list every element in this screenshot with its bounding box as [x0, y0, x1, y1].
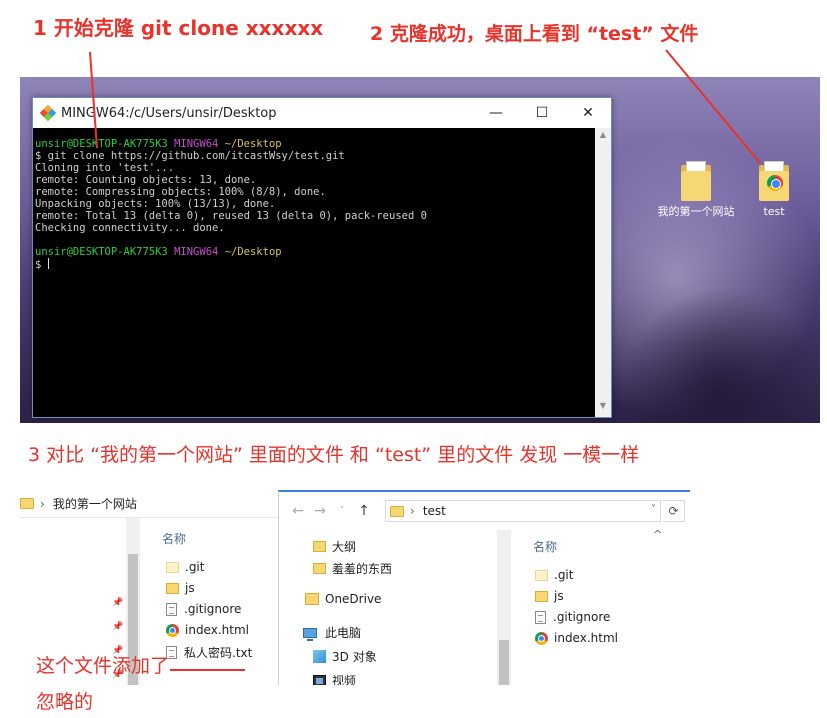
terminal-scrollbar[interactable]: ▲ ▼: [595, 128, 611, 417]
maximize-button[interactable]: ☐: [519, 98, 565, 128]
chrome-icon: [767, 175, 783, 191]
output-line: Unpacking objects: 100% (13/13), done.: [35, 198, 276, 210]
step1-annotation: 1 开始克隆 git clone xxxxxx: [33, 16, 324, 40]
document-icon: [535, 610, 546, 624]
file-item[interactable]: .git: [535, 568, 573, 582]
nav-item-this-pc[interactable]: 此电脑: [303, 624, 361, 641]
chevron-down-icon[interactable]: ˅: [331, 506, 353, 516]
file-item[interactable]: index.html: [166, 623, 249, 637]
chevron-right-icon: ›: [40, 496, 45, 511]
terminal-screen[interactable]: unsir@DESKTOP-AK775K3 MINGW64 ~/Desktop $…: [33, 128, 595, 417]
breadcrumb[interactable]: › 我的第一个网站: [20, 490, 282, 518]
nav-pane: 大纲 羞羞的东西 OneDrive 此电脑 3D 对象 视频: [279, 530, 511, 685]
folder-icon: [390, 505, 404, 517]
document-icon: [166, 602, 177, 616]
computer-icon: [303, 627, 317, 641]
git-icon: [39, 104, 57, 122]
folder-icon: [681, 161, 711, 201]
folder-icon: [166, 561, 179, 573]
address-bar[interactable]: › test ˅: [385, 500, 661, 522]
nav-item[interactable]: 3D 对象: [313, 648, 377, 665]
pin-icon[interactable]: 📌: [112, 598, 123, 608]
chrome-icon: [166, 623, 179, 637]
breadcrumb-label: test: [422, 504, 446, 518]
pin-icon[interactable]: 📌: [112, 622, 123, 632]
folder-icon: [313, 541, 326, 552]
input-line[interactable]: $: [35, 258, 595, 271]
file-item[interactable]: js: [166, 581, 195, 595]
3d-objects-icon: [313, 650, 326, 663]
output-line: remote: Counting objects: 13, done.: [35, 174, 257, 186]
prompt-line: unsir@DESKTOP-AK775K3 MINGW64 ~/Desktop: [35, 138, 282, 150]
text-cursor: [47, 258, 49, 269]
file-item[interactable]: .git: [166, 560, 204, 574]
chrome-icon: [535, 631, 548, 645]
sort-chevron-icon[interactable]: ^: [653, 528, 662, 541]
terminal-window[interactable]: MINGW64:/c/Users/unsir/Desktop — ☐ ✕ uns…: [32, 97, 612, 418]
video-icon: [313, 674, 326, 685]
breadcrumb-label: 我的第一个网站: [52, 497, 137, 511]
nav-item-onedrive[interactable]: OneDrive: [305, 592, 381, 606]
minimize-button[interactable]: —: [473, 98, 519, 128]
desktop-icon-website[interactable]: 我的第一个网站: [656, 161, 736, 219]
folder-icon: [759, 161, 789, 201]
forward-icon[interactable]: →: [309, 503, 331, 519]
folder-icon: [166, 582, 179, 594]
folder-icon: [535, 590, 548, 602]
terminal-title: MINGW64:/c/Users/unsir/Desktop: [61, 105, 277, 121]
output-line: Checking connectivity... done.: [35, 222, 225, 234]
file-item[interactable]: js: [535, 589, 564, 603]
file-item[interactable]: index.html: [535, 631, 618, 645]
desktop-icon-label: 我的第一个网站: [657, 205, 735, 218]
nav-item[interactable]: 大纲: [313, 538, 356, 555]
file-item[interactable]: 私人密码.txt: [166, 644, 252, 661]
step2-annotation: 2 克隆成功，桌面上看到 “test” 文件: [370, 23, 699, 45]
output-line: remote: Total 13 (delta 0), reused 13 (d…: [35, 210, 427, 222]
scroll-up-icon[interactable]: ▲: [595, 130, 611, 144]
terminal-titlebar[interactable]: MINGW64:/c/Users/unsir/Desktop — ☐ ✕: [33, 98, 611, 128]
scroll-down-icon[interactable]: ▼: [595, 401, 611, 415]
file-item[interactable]: .gitignore: [166, 602, 241, 616]
file-item[interactable]: .gitignore: [535, 610, 610, 624]
desktop-icon-test[interactable]: test: [734, 161, 814, 219]
explorer-test: ← → ˅ ↑ › test ˅ ⟳ 大纲 羞羞的东西 OneDrive 此电脑…: [278, 490, 690, 685]
folder-icon: [313, 563, 326, 574]
chevron-right-icon: ›: [410, 504, 415, 518]
nav-scrollbar[interactable]: [497, 530, 511, 685]
desktop-icon-label: test: [763, 205, 785, 218]
annotation-underline: [170, 669, 245, 671]
output-line: Cloning into 'test'...: [35, 162, 175, 174]
desktop-rock: [620, 287, 820, 423]
up-icon[interactable]: ↑: [353, 503, 375, 519]
folder-icon: [20, 498, 34, 509]
prompt-line: unsir@DESKTOP-AK775K3 MINGW64 ~/Desktop: [35, 246, 282, 258]
refresh-button[interactable]: ⟳: [663, 500, 685, 522]
back-icon[interactable]: ←: [287, 503, 309, 519]
nav-item[interactable]: 羞羞的东西: [313, 560, 392, 577]
command-line: $ git clone https://github.com/itcastWsy…: [35, 150, 345, 162]
output-line: remote: Compressing objects: 100% (8/8),…: [35, 186, 326, 198]
ignore-note-annotation: 这个文件添加了 忽略的: [36, 655, 170, 713]
close-button[interactable]: ✕: [565, 98, 611, 128]
column-header-name[interactable]: 名称: [162, 530, 186, 547]
cloud-folder-icon: [305, 593, 319, 605]
nav-item[interactable]: 视频: [313, 672, 356, 685]
folder-icon: [535, 569, 548, 581]
column-header-name[interactable]: 名称: [533, 538, 557, 555]
step3-annotation: 3 对比 “我的第一个网站” 里面的文件 和 “test” 里的文件 发现 一模…: [28, 444, 640, 466]
chevron-down-icon[interactable]: ˅: [651, 504, 656, 515]
